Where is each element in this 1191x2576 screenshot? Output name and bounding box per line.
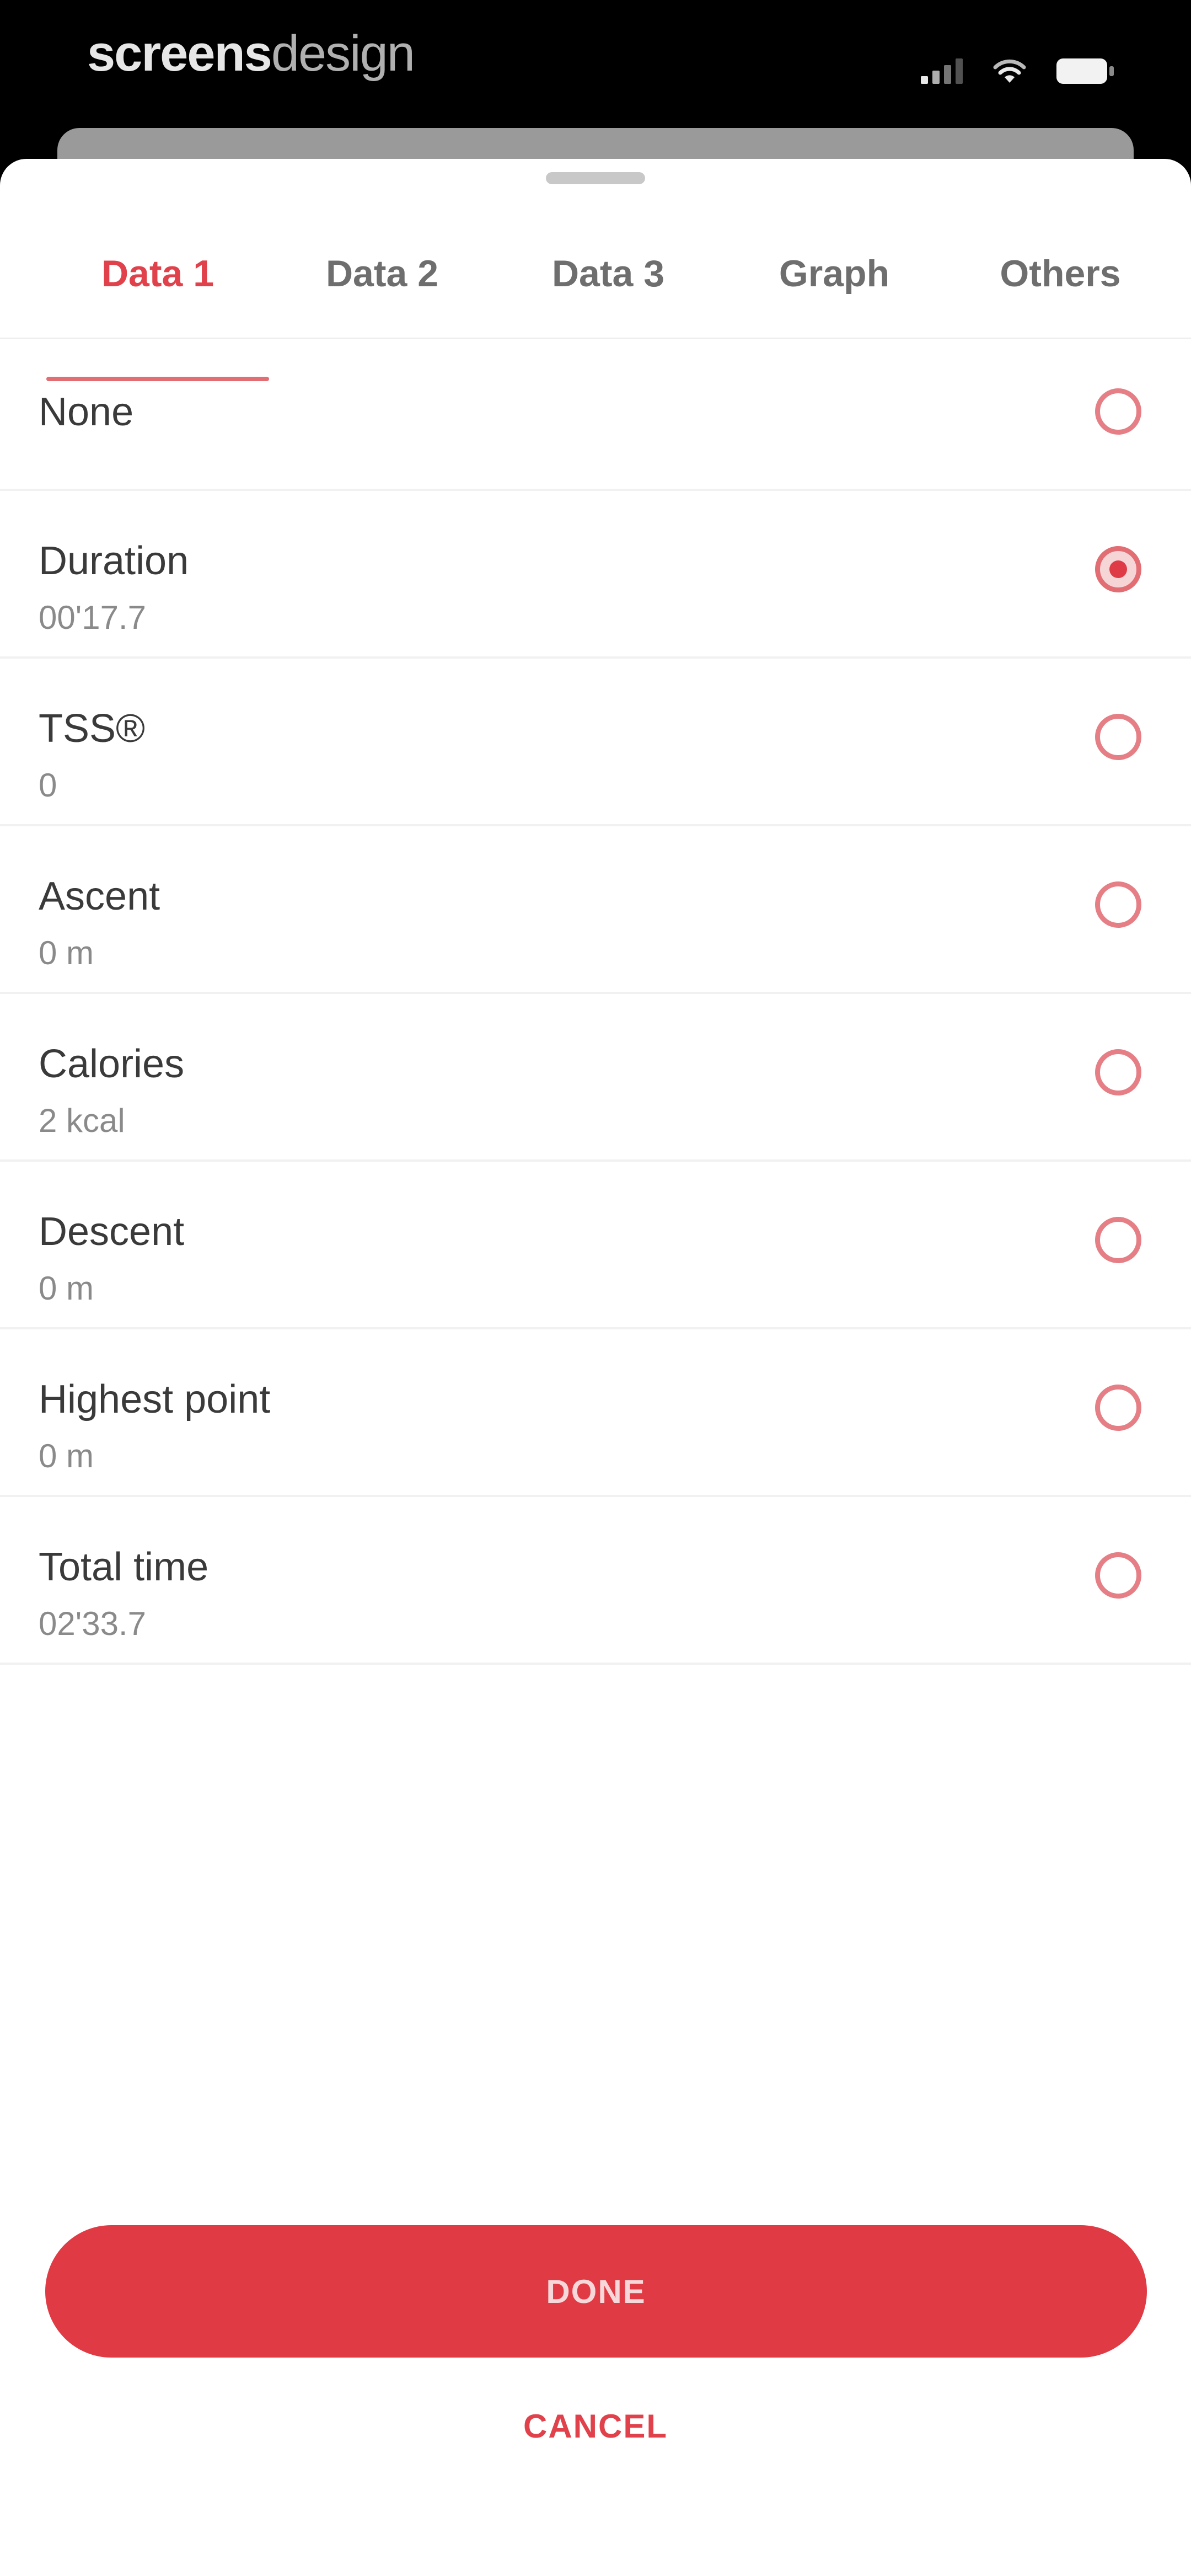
option-title: Highest point (39, 1377, 271, 1421)
tab-graph[interactable]: Graph (721, 210, 947, 338)
done-button[interactable]: DONE (45, 2225, 1147, 2358)
status-icons (921, 51, 1114, 84)
cancel-button[interactable]: CANCEL (430, 2398, 761, 2454)
option-row-descent[interactable]: Descent 0 m (0, 1162, 1191, 1329)
tab-data-2[interactable]: Data 2 (269, 210, 495, 338)
tab-data-1[interactable]: Data 1 (46, 210, 269, 338)
sheet-grabber-handle[interactable] (546, 172, 645, 184)
option-value: 02'33.7 (39, 1605, 146, 1642)
option-value: 0 m (39, 934, 94, 971)
brand-logo: screensdesign (87, 23, 415, 84)
option-row-total-time[interactable]: Total time 02'33.7 (0, 1497, 1191, 1665)
option-title: Descent (39, 1210, 185, 1254)
option-value: 2 kcal (39, 1102, 125, 1139)
radio-button[interactable] (1095, 1552, 1141, 1599)
option-value: 0 m (39, 1437, 94, 1474)
option-row-ascent[interactable]: Ascent 0 m (0, 826, 1191, 994)
radio-button[interactable] (1095, 1217, 1141, 1263)
bottom-sheet: Data 1 Data 2 Data 3 Graph Others None D… (0, 159, 1191, 2576)
option-value: 0 (39, 767, 57, 804)
option-title: Calories (39, 1042, 185, 1086)
radio-button-selected[interactable] (1095, 546, 1141, 592)
option-row-duration[interactable]: Duration 00'17.7 (0, 491, 1191, 659)
option-title: TSS® (39, 707, 146, 751)
radio-button[interactable] (1095, 714, 1141, 760)
option-title: Duration (39, 539, 189, 583)
option-row-calories[interactable]: Calories 2 kcal (0, 994, 1191, 1162)
radio-button[interactable] (1095, 388, 1141, 435)
option-title: Total time (39, 1545, 209, 1589)
option-title: Ascent (39, 874, 160, 918)
brand-logo-bold: screens (87, 25, 272, 82)
option-row-tss[interactable]: TSS® 0 (0, 659, 1191, 826)
option-title: None (39, 390, 134, 434)
cellular-signal-icon (921, 57, 963, 84)
option-value: 00'17.7 (39, 599, 146, 636)
wifi-icon (993, 59, 1026, 83)
tab-data-3[interactable]: Data 3 (495, 210, 721, 338)
status-bar: screensdesign (0, 0, 1191, 127)
brand-logo-light: design (271, 25, 415, 82)
radio-button[interactable] (1095, 1385, 1141, 1431)
radio-button[interactable] (1095, 1049, 1141, 1095)
radio-button[interactable] (1095, 881, 1141, 928)
data-options-list: None Duration 00'17.7 TSS® 0 Ascent 0 m … (0, 334, 1191, 1665)
tab-others[interactable]: Others (947, 210, 1173, 338)
option-value: 0 m (39, 1270, 94, 1307)
option-row-none[interactable]: None (0, 334, 1191, 491)
battery-icon (1056, 58, 1114, 84)
option-row-highest-point[interactable]: Highest point 0 m (0, 1329, 1191, 1497)
tab-bar: Data 1 Data 2 Data 3 Graph Others (0, 210, 1191, 381)
